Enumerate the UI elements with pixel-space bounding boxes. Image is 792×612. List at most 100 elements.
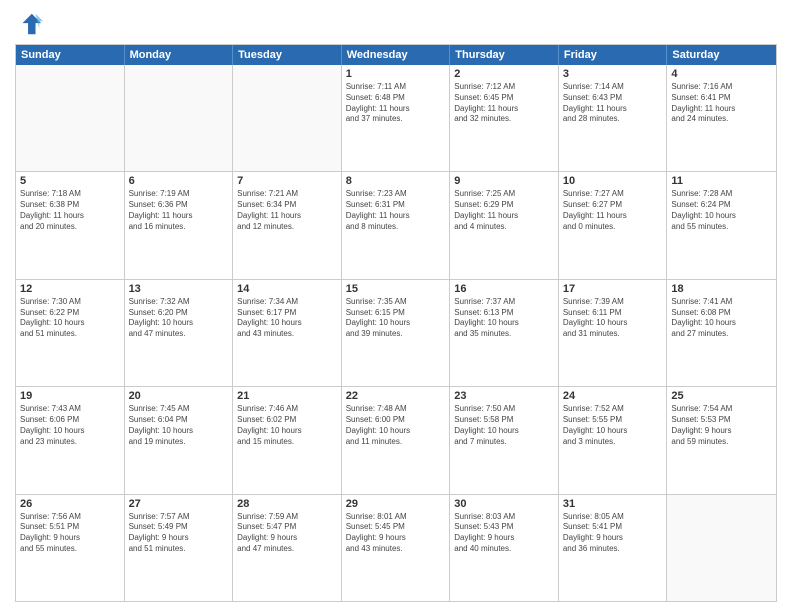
header-day-sunday: Sunday [16,45,125,65]
day-info: Sunrise: 7:30 AM Sunset: 6:22 PM Dayligh… [20,297,120,340]
day-number: 6 [129,175,229,187]
day-info: Sunrise: 7:54 AM Sunset: 5:53 PM Dayligh… [671,404,772,447]
day-cell-4: 4 Sunrise: 7:16 AM Sunset: 6:41 PM Daylig… [667,65,776,171]
day-cell-16: 16 Sunrise: 7:37 AM Sunset: 6:13 PM Dayli… [450,280,559,386]
day-number: 12 [20,283,120,295]
page: SundayMondayTuesdayWednesdayThursdayFrid… [0,0,792,612]
day-cell-2: 2 Sunrise: 7:12 AM Sunset: 6:45 PM Daylig… [450,65,559,171]
calendar-body: 1 Sunrise: 7:11 AM Sunset: 6:48 PM Daylig… [16,65,776,601]
day-number: 8 [346,175,446,187]
header [15,10,777,38]
day-info: Sunrise: 7:11 AM Sunset: 6:48 PM Dayligh… [346,82,446,125]
day-info: Sunrise: 7:48 AM Sunset: 6:00 PM Dayligh… [346,404,446,447]
day-cell-15: 15Sunrise: 7:35 AM Sunset: 6:15 PM Dayli… [342,280,451,386]
day-info: Sunrise: 7:43 AM Sunset: 6:06 PM Dayligh… [20,404,120,447]
day-info: Sunrise: 7:56 AM Sunset: 5:51 PM Dayligh… [20,512,120,555]
day-cell-7: 7 Sunrise: 7:21 AM Sunset: 6:34 PM Daylig… [233,172,342,278]
day-cell-5: 5 Sunrise: 7:18 AM Sunset: 6:38 PM Daylig… [16,172,125,278]
day-info: Sunrise: 7:59 AM Sunset: 5:47 PM Dayligh… [237,512,337,555]
day-number: 14 [237,283,337,295]
day-info: Sunrise: 7:18 AM Sunset: 6:38 PM Dayligh… [20,189,120,232]
day-cell-12: 12 Sunrise: 7:30 AM Sunset: 6:22 PM Dayli… [16,280,125,386]
header-day-saturday: Saturday [667,45,776,65]
day-number: 21 [237,390,337,402]
day-info: Sunrise: 7:57 AM Sunset: 5:49 PM Dayligh… [129,512,229,555]
day-number: 25 [671,390,772,402]
day-number: 31 [563,498,663,510]
day-number: 23 [454,390,554,402]
day-cell-30: 30 Sunrise: 8:03 AM Sunset: 5:43 PM Dayli… [450,495,559,601]
day-cell-29: 29 Sunrise: 8:01 AM Sunset: 5:45 PM Dayli… [342,495,451,601]
day-info: Sunrise: 7:12 AM Sunset: 6:45 PM Dayligh… [454,82,554,125]
day-number: 3 [563,68,663,80]
day-number: 4 [671,68,772,80]
day-cell-20: 20 Sunrise: 7:45 AM Sunset: 6:04 PM Dayli… [125,387,234,493]
day-number: 16 [454,283,554,295]
day-info: Sunrise: 7:16 AM Sunset: 6:41 PM Dayligh… [671,82,772,125]
day-number: 13 [129,283,229,295]
day-cell-8: 8 Sunrise: 7:23 AM Sunset: 6:31 PM Daylig… [342,172,451,278]
day-info: Sunrise: 7:27 AM Sunset: 6:27 PM Dayligh… [563,189,663,232]
day-info: Sunrise: 7:14 AM Sunset: 6:43 PM Dayligh… [563,82,663,125]
day-info: Sunrise: 7:37 AM Sunset: 6:13 PM Dayligh… [454,297,554,340]
calendar: SundayMondayTuesdayWednesdayThursdayFrid… [15,44,777,602]
day-number: 10 [563,175,663,187]
day-info: Sunrise: 8:03 AM Sunset: 5:43 PM Dayligh… [454,512,554,555]
day-cell-6: 6 Sunrise: 7:19 AM Sunset: 6:36 PM Daylig… [125,172,234,278]
calendar-week-5: 26Sunrise: 7:56 AM Sunset: 5:51 PM Dayli… [16,494,776,601]
day-info: Sunrise: 7:52 AM Sunset: 5:55 PM Dayligh… [563,404,663,447]
empty-cell [667,495,776,601]
header-day-wednesday: Wednesday [342,45,451,65]
empty-cell [233,65,342,171]
day-number: 11 [671,175,772,187]
day-number: 19 [20,390,120,402]
day-cell-27: 27 Sunrise: 7:57 AM Sunset: 5:49 PM Dayli… [125,495,234,601]
day-info: Sunrise: 8:01 AM Sunset: 5:45 PM Dayligh… [346,512,446,555]
header-day-monday: Monday [125,45,234,65]
day-number: 7 [237,175,337,187]
day-cell-25: 25 Sunrise: 7:54 AM Sunset: 5:53 PM Dayli… [667,387,776,493]
day-cell-11: 11 Sunrise: 7:28 AM Sunset: 6:24 PM Dayli… [667,172,776,278]
day-cell-14: 14Sunrise: 7:34 AM Sunset: 6:17 PM Dayli… [233,280,342,386]
day-info: Sunrise: 7:25 AM Sunset: 6:29 PM Dayligh… [454,189,554,232]
day-info: Sunrise: 7:19 AM Sunset: 6:36 PM Dayligh… [129,189,229,232]
calendar-week-2: 5 Sunrise: 7:18 AM Sunset: 6:38 PM Daylig… [16,171,776,278]
day-number: 15 [346,283,446,295]
empty-cell [16,65,125,171]
day-number: 28 [237,498,337,510]
calendar-week-1: 1 Sunrise: 7:11 AM Sunset: 6:48 PM Daylig… [16,65,776,171]
day-cell-22: 22Sunrise: 7:48 AM Sunset: 6:00 PM Dayli… [342,387,451,493]
day-cell-28: 28 Sunrise: 7:59 AM Sunset: 5:47 PM Dayli… [233,495,342,601]
day-number: 20 [129,390,229,402]
day-cell-17: 17 Sunrise: 7:39 AM Sunset: 6:11 PM Dayli… [559,280,668,386]
day-cell-31: 31 Sunrise: 8:05 AM Sunset: 5:41 PM Dayli… [559,495,668,601]
day-info: Sunrise: 7:39 AM Sunset: 6:11 PM Dayligh… [563,297,663,340]
header-day-friday: Friday [559,45,668,65]
logo [15,10,47,38]
day-number: 2 [454,68,554,80]
day-info: Sunrise: 7:32 AM Sunset: 6:20 PM Dayligh… [129,297,229,340]
calendar-header-row: SundayMondayTuesdayWednesdayThursdayFrid… [16,45,776,65]
day-number: 29 [346,498,446,510]
day-cell-23: 23 Sunrise: 7:50 AM Sunset: 5:58 PM Dayli… [450,387,559,493]
day-info: Sunrise: 7:50 AM Sunset: 5:58 PM Dayligh… [454,404,554,447]
day-info: Sunrise: 7:21 AM Sunset: 6:34 PM Dayligh… [237,189,337,232]
day-info: Sunrise: 7:28 AM Sunset: 6:24 PM Dayligh… [671,189,772,232]
header-day-tuesday: Tuesday [233,45,342,65]
day-cell-24: 24Sunrise: 7:52 AM Sunset: 5:55 PM Dayli… [559,387,668,493]
day-cell-21: 21Sunrise: 7:46 AM Sunset: 6:02 PM Dayli… [233,387,342,493]
day-info: Sunrise: 8:05 AM Sunset: 5:41 PM Dayligh… [563,512,663,555]
day-info: Sunrise: 7:23 AM Sunset: 6:31 PM Dayligh… [346,189,446,232]
day-number: 5 [20,175,120,187]
day-number: 1 [346,68,446,80]
day-number: 27 [129,498,229,510]
day-info: Sunrise: 7:45 AM Sunset: 6:04 PM Dayligh… [129,404,229,447]
day-number: 17 [563,283,663,295]
calendar-week-4: 19 Sunrise: 7:43 AM Sunset: 6:06 PM Dayli… [16,386,776,493]
day-cell-18: 18Sunrise: 7:41 AM Sunset: 6:08 PM Dayli… [667,280,776,386]
day-info: Sunrise: 7:41 AM Sunset: 6:08 PM Dayligh… [671,297,772,340]
day-cell-1: 1 Sunrise: 7:11 AM Sunset: 6:48 PM Daylig… [342,65,451,171]
day-cell-26: 26Sunrise: 7:56 AM Sunset: 5:51 PM Dayli… [16,495,125,601]
day-cell-10: 10 Sunrise: 7:27 AM Sunset: 6:27 PM Dayli… [559,172,668,278]
day-number: 30 [454,498,554,510]
